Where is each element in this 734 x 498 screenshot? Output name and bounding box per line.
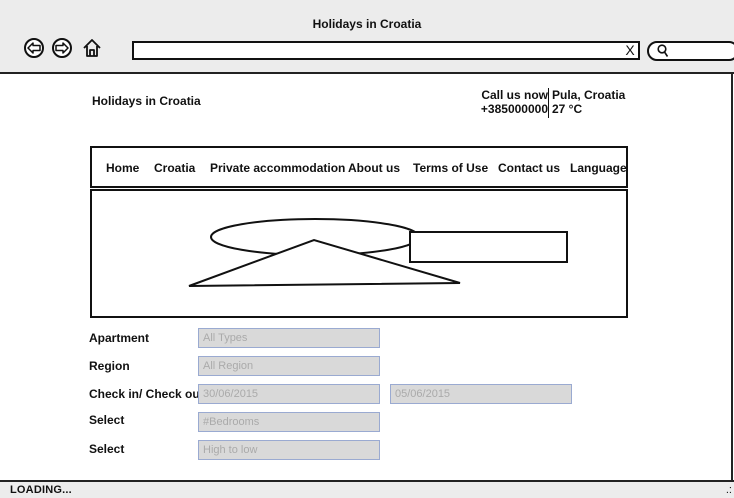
browser-status-bar: LOADING... .:: [0, 480, 734, 498]
search-icon: [657, 44, 669, 57]
checkin-date-input[interactable]: 30/06/2015: [198, 384, 380, 404]
checkin-checkout-label: Check in/ Check out: [89, 387, 204, 401]
url-clear-button[interactable]: X: [623, 41, 637, 60]
nav-croatia[interactable]: Croatia: [154, 161, 195, 175]
browser-search-input[interactable]: [647, 41, 734, 61]
window-title: Holidays in Croatia: [312, 17, 422, 31]
bedrooms-label: Select: [89, 413, 125, 427]
location: Pula, Croatia: [552, 88, 626, 102]
forward-arrow-icon: [55, 42, 69, 54]
status-grip: .:: [725, 484, 732, 496]
site-title: Holidays in Croatia: [92, 94, 201, 108]
browser-window: Holidays in Croatia X Holidays in Croati…: [0, 0, 734, 498]
call-label: Call us now: [481, 88, 548, 102]
sort-select[interactable]: High to low: [198, 440, 380, 460]
nav-language[interactable]: Language: [570, 161, 627, 175]
nav-private-accommodation[interactable]: Private accommodation: [210, 161, 345, 175]
url-input[interactable]: [132, 41, 640, 60]
back-arrow-icon: [27, 42, 41, 54]
main-navigation: Home Croatia Private accommodation About…: [90, 146, 628, 188]
temperature: 27 °C: [552, 102, 583, 116]
apartment-select[interactable]: All Types: [198, 328, 380, 348]
checkout-date-input[interactable]: 05/06/2015: [390, 384, 572, 404]
hero-image-placeholder: [90, 189, 628, 318]
nav-contact-us[interactable]: Contact us: [498, 161, 560, 175]
nav-about-us[interactable]: About us: [348, 161, 400, 175]
region-select[interactable]: All Region: [198, 356, 380, 376]
loading-status: LOADING...: [10, 484, 72, 496]
sort-label: Select: [89, 442, 125, 456]
home-icon: [83, 39, 101, 57]
contact-divider: [548, 88, 549, 118]
browser-titlebar: Holidays in Croatia X: [0, 0, 734, 74]
nav-home[interactable]: Home: [106, 161, 139, 175]
location-weather-block: Pula, Croatia 27 °C: [552, 88, 625, 116]
apartment-label: Apartment: [89, 331, 150, 345]
forward-button[interactable]: [52, 38, 72, 58]
phone-number: +385000000: [480, 102, 548, 116]
contact-call-block: Call us now +385000000: [476, 88, 548, 116]
home-button[interactable]: [82, 38, 102, 58]
back-button[interactable]: [24, 38, 44, 58]
region-label: Region: [89, 359, 130, 373]
image-placeholder-icon: [188, 218, 568, 287]
nav-terms-of-use[interactable]: Terms of Use: [413, 161, 488, 175]
bedrooms-select[interactable]: #Bedrooms: [198, 412, 380, 432]
